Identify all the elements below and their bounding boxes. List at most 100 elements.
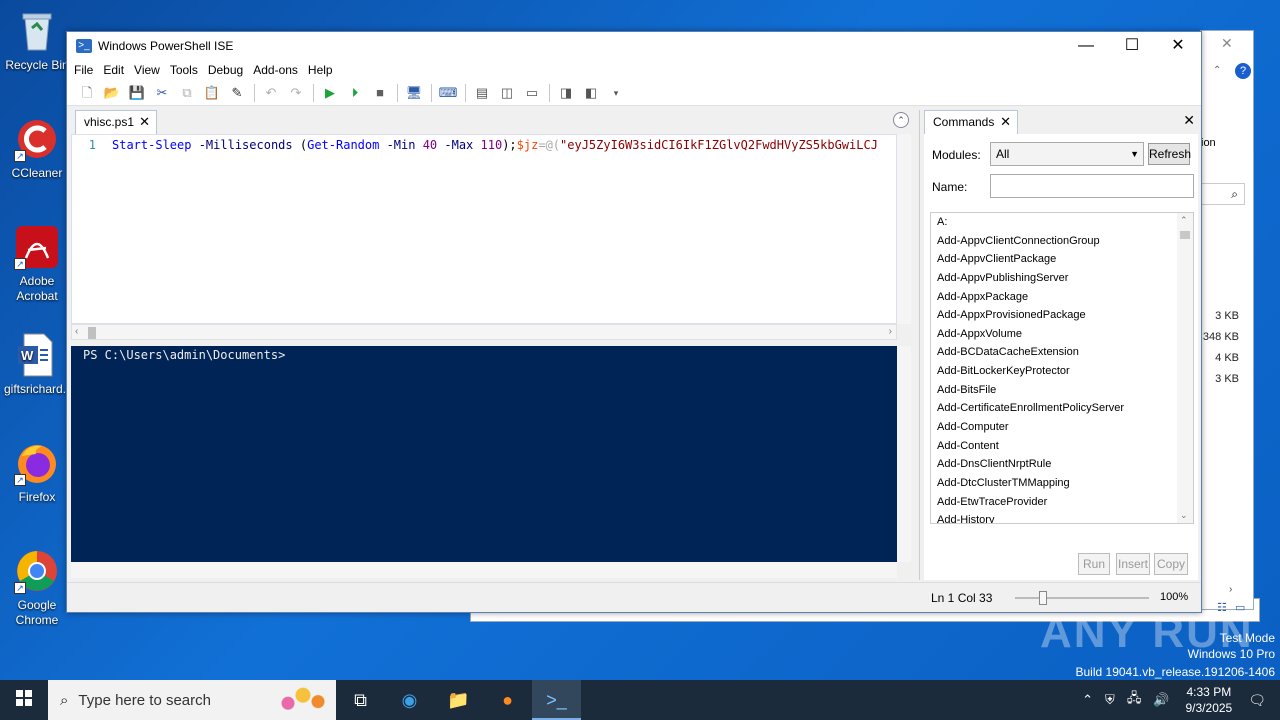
list-item[interactable]: Add-AppxPackage	[931, 288, 1193, 307]
desktop-icon-ccleaner[interactable]: ↗ CCleaner	[4, 116, 70, 181]
new-file-icon[interactable]: 🗋	[77, 83, 97, 103]
open-folder-icon[interactable]: 📂	[102, 83, 122, 103]
insert-button[interactable]: Insert	[1116, 553, 1150, 575]
chevron-down-icon[interactable]: ⌄	[1180, 510, 1188, 521]
title-bar[interactable]: >_ Windows PowerShell ISE — ☐ ✕	[67, 32, 1201, 60]
menu-help[interactable]: Help	[303, 63, 338, 77]
list-item[interactable]: Add-EtwTraceProvider	[931, 493, 1193, 512]
menu-file[interactable]: File	[69, 63, 98, 77]
command-list[interactable]: A: Add-AppvClientConnectionGroup Add-App…	[930, 212, 1194, 524]
list-item[interactable]: Add-BitLockerKeyProtector	[931, 362, 1193, 381]
save-icon[interactable]: 💾	[127, 83, 147, 103]
tab-commands[interactable]: Commands ✕	[924, 110, 1018, 134]
redo-icon[interactable]: ↷	[286, 83, 306, 103]
scroll-left-icon[interactable]: ‹	[75, 325, 78, 339]
notification-icon[interactable]: 🗨	[1248, 692, 1266, 709]
collapse-script-pane-icon[interactable]: ⌃	[893, 112, 909, 128]
script-editor[interactable]: 1 Start-Sleep -Milliseconds (Get-Random -…	[71, 134, 897, 324]
background-explorer-window[interactable]: ✕ ⌃ ? ion ⌕ 3 KB 348 KB 4 KB 3 KB › ☷ ▭	[1200, 30, 1254, 614]
zoom-slider-knob[interactable]	[1039, 591, 1047, 605]
close-pane-icon[interactable]: ✕	[1183, 112, 1195, 129]
desktop-icon-firefox[interactable]: ↗ Firefox	[4, 440, 70, 505]
scroll-right-icon[interactable]: ›	[1229, 584, 1232, 595]
search-icon[interactable]: ⌕	[1201, 183, 1245, 205]
run-selection-icon[interactable]: ⏵	[345, 83, 365, 103]
copy-icon[interactable]: ⧉	[177, 83, 197, 103]
list-item[interactable]: Add-DnsClientNrptRule	[931, 455, 1193, 474]
task-view-icon[interactable]: ⧉	[336, 680, 385, 720]
maximize-button[interactable]: ☐	[1109, 32, 1155, 60]
scroll-right-icon[interactable]: ›	[889, 325, 892, 339]
menu-addons[interactable]: Add-ons	[248, 63, 303, 77]
help-icon[interactable]: ?	[1235, 63, 1251, 79]
editor-horizontal-scrollbar[interactable]: ‹ ›	[71, 324, 897, 340]
console-pane[interactable]: PS C:\Users\admin\Documents>	[71, 346, 897, 562]
command-list-scrollbar[interactable]: ⌃ ⌄	[1177, 213, 1193, 523]
list-item[interactable]: Add-Computer	[931, 418, 1193, 437]
chevron-up-icon[interactable]: ⌃	[1213, 65, 1221, 76]
close-icon[interactable]: ✕	[1221, 35, 1233, 52]
close-tab-icon[interactable]: ✕	[1000, 111, 1011, 133]
clock[interactable]: 4:33 PM 9/3/2025	[1186, 684, 1233, 716]
chevron-up-icon[interactable]: ⌃	[1180, 215, 1188, 226]
copy-button[interactable]: Copy	[1154, 553, 1188, 575]
scrollbar-thumb[interactable]	[88, 327, 96, 339]
editor-vertical-scrollbar[interactable]	[897, 134, 911, 324]
cut-icon[interactable]: ✂	[152, 83, 172, 103]
layout-top-icon[interactable]: ▤	[472, 83, 492, 103]
close-tab-icon[interactable]: ✕	[139, 111, 150, 133]
show-commands-icon[interactable]: ◧	[581, 83, 601, 103]
toolbar-overflow-icon[interactable]: ▾	[606, 83, 626, 103]
chevron-up-icon[interactable]: ⌃	[1082, 692, 1093, 708]
desktop-icon-word-doc[interactable]: W giftsrichard...	[4, 332, 73, 397]
powershell-ise-taskbar-icon[interactable]: >_	[532, 680, 581, 720]
list-item[interactable]: Add-AppxVolume	[931, 325, 1193, 344]
taskbar-search[interactable]: ⌕ Type here to search	[48, 680, 336, 720]
menu-debug[interactable]: Debug	[203, 63, 248, 77]
console-horizontal-scrollbar[interactable]	[71, 562, 897, 578]
network-icon[interactable]: 🖧	[1127, 689, 1142, 711]
show-script-pane-icon[interactable]: ◨	[556, 83, 576, 103]
file-explorer-icon[interactable]: 📁	[434, 680, 483, 720]
firefox-taskbar-icon[interactable]: ●	[483, 680, 532, 720]
list-item[interactable]: Add-Content	[931, 437, 1193, 456]
list-item[interactable]: Add-AppvClientConnectionGroup	[931, 232, 1193, 251]
scrollbar-thumb[interactable]	[1180, 231, 1190, 239]
menu-view[interactable]: View	[129, 63, 165, 77]
console-vertical-scrollbar[interactable]	[897, 346, 911, 562]
list-item[interactable]: Add-CertificateEnrollmentPolicyServer	[931, 399, 1193, 418]
modules-select[interactable]: All ▼	[990, 142, 1144, 166]
desktop-icon-recycle-bin[interactable]: Recycle Bin	[4, 8, 70, 73]
minimize-button[interactable]: —	[1063, 32, 1109, 60]
run-script-icon[interactable]: ▶	[320, 83, 340, 103]
powershell-console-icon[interactable]: ⌨	[438, 83, 458, 103]
edge-icon[interactable]: ◉	[385, 680, 434, 720]
remote-powershell-icon[interactable]: 🖥	[404, 83, 424, 103]
list-item[interactable]: Add-AppxProvisionedPackage	[931, 306, 1193, 325]
tab-vhisc-ps1[interactable]: vhisc.ps1 ✕	[75, 110, 157, 134]
zoom-slider[interactable]	[1015, 591, 1149, 605]
start-button[interactable]	[0, 680, 48, 720]
menu-edit[interactable]: Edit	[98, 63, 129, 77]
run-button[interactable]: Run	[1078, 553, 1110, 575]
list-item[interactable]: Add-AppvPublishingServer	[931, 269, 1193, 288]
list-item[interactable]: A:	[931, 213, 1193, 232]
stop-icon[interactable]: ■	[370, 83, 390, 103]
list-item[interactable]: Add-BitsFile	[931, 381, 1193, 400]
list-item[interactable]: Add-DtcClusterTMMapping	[931, 474, 1193, 493]
name-input[interactable]	[990, 174, 1194, 198]
volume-icon[interactable]: 🔊	[1153, 692, 1169, 708]
clear-console-icon[interactable]: ✎	[227, 83, 247, 103]
paste-icon[interactable]: 📋	[202, 83, 222, 103]
refresh-button[interactable]: Refresh	[1148, 143, 1191, 165]
security-icon[interactable]: ⛨	[1105, 692, 1115, 708]
list-item[interactable]: Add-AppvClientPackage	[931, 250, 1193, 269]
list-item[interactable]: Add-History	[931, 511, 1193, 523]
powershell-ise-window[interactable]: >_ Windows PowerShell ISE — ☐ ✕ File Edi…	[66, 31, 1202, 613]
layout-right-icon[interactable]: ◫	[497, 83, 517, 103]
close-button[interactable]: ✕	[1155, 32, 1201, 60]
desktop-icon-acrobat[interactable]: ↗ Adobe Acrobat	[4, 224, 70, 304]
desktop-icon-chrome[interactable]: ↗ Google Chrome	[4, 548, 70, 628]
undo-icon[interactable]: ↶	[261, 83, 281, 103]
layout-maximized-icon[interactable]: ▭	[522, 83, 542, 103]
